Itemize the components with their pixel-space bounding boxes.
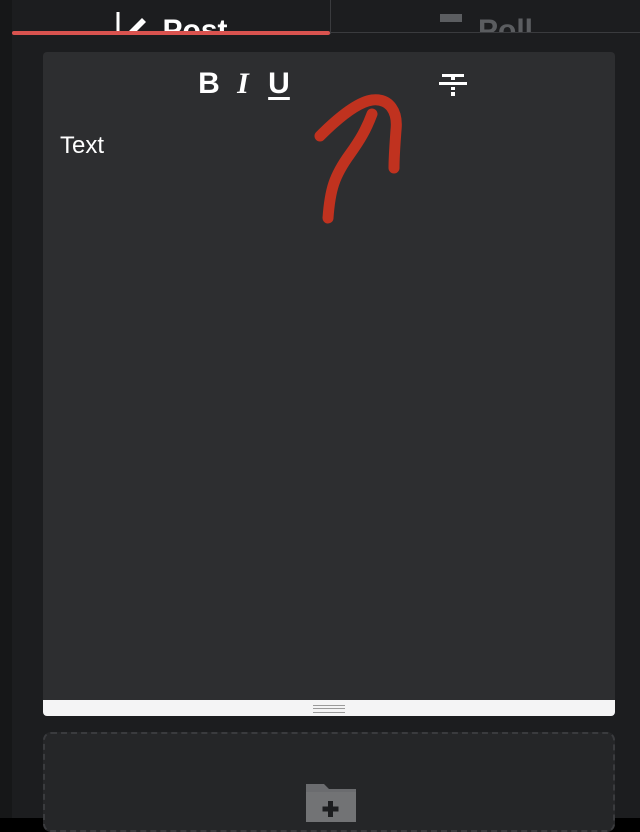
strikethrough-icon <box>439 74 467 96</box>
tab-poll[interactable]: Poll <box>331 0 640 32</box>
folder-add-icon[interactable] <box>304 778 358 824</box>
tab-bar: Post Poll <box>12 0 640 35</box>
media-upload-dropzone[interactable] <box>43 732 615 832</box>
formatting-toolbar: B I U <box>43 52 615 114</box>
page: Post Poll B I U Text <box>0 0 640 832</box>
resize-grip-icon[interactable] <box>313 705 345 713</box>
editor-resize-bar[interactable] <box>43 700 615 716</box>
tab-bottom-border <box>331 32 640 33</box>
tab-poll-label: Poll <box>477 14 533 33</box>
tab-post[interactable]: Post <box>12 0 330 32</box>
italic-button[interactable]: I <box>227 66 259 102</box>
tab-post-label: Post <box>162 14 228 33</box>
strikethrough-button[interactable] <box>437 66 469 102</box>
poll-icon <box>438 10 464 32</box>
edit-icon <box>114 10 148 32</box>
active-tab-indicator <box>12 31 330 35</box>
editor-content[interactable]: Text <box>60 132 104 160</box>
post-editor[interactable]: B I U Text <box>43 52 615 716</box>
bold-button[interactable]: B <box>193 66 225 102</box>
left-edge-shadow <box>0 0 12 818</box>
underline-button[interactable]: U <box>263 66 295 102</box>
